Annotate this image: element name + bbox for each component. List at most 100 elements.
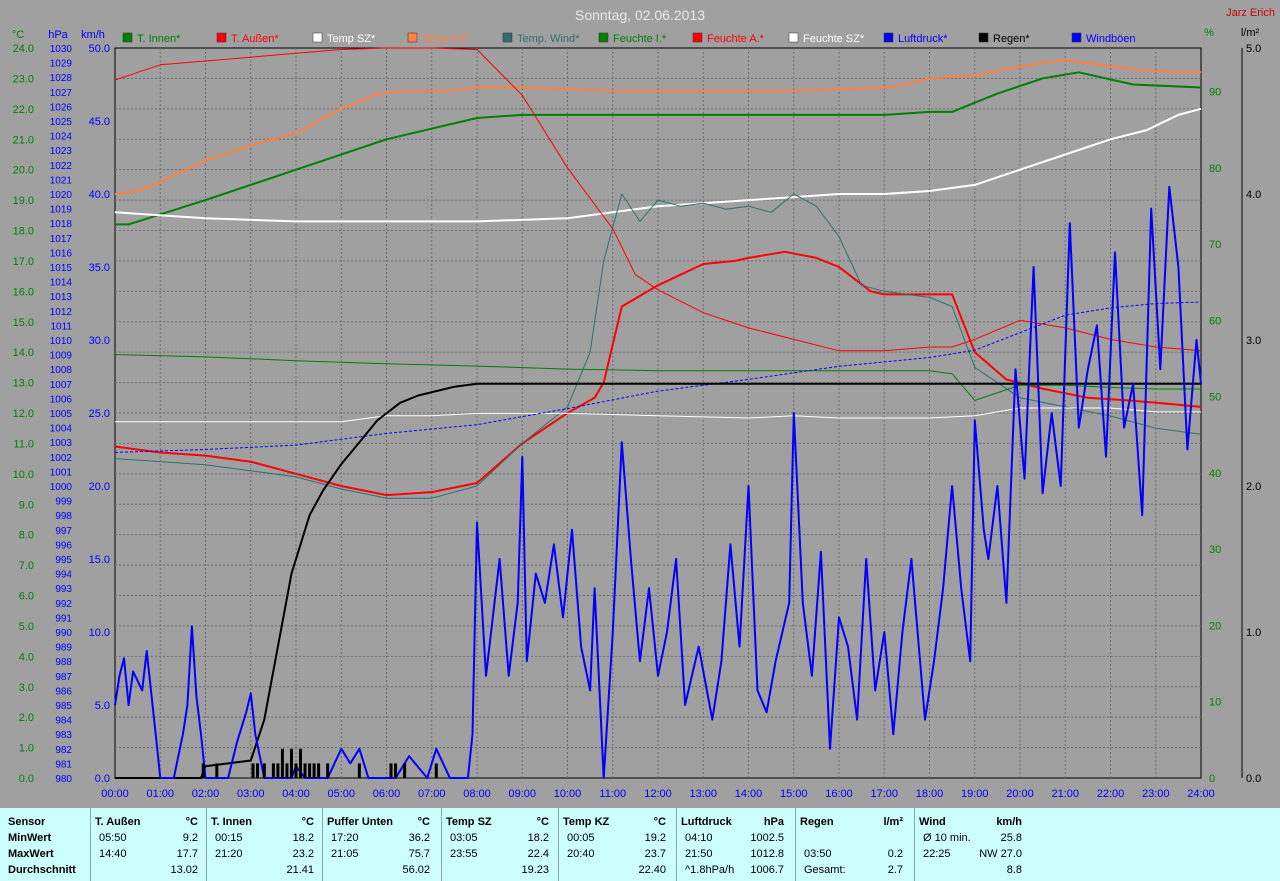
stats-time: Gesamt: xyxy=(804,864,846,876)
stats-value: 1006.7 xyxy=(750,864,784,876)
hpa-tick-label: 1021 xyxy=(50,175,73,186)
legend-swatch xyxy=(502,32,513,43)
stats-value: 19.2 xyxy=(644,832,666,844)
time-tick-label: 09:00 xyxy=(508,788,536,800)
hpa-tick-label: 1013 xyxy=(50,292,73,303)
stats-time: 00:05 xyxy=(567,832,595,844)
hpa-tick-label: 1008 xyxy=(50,365,73,376)
legend-swatch xyxy=(1071,32,1082,43)
stats-col-unit: °C xyxy=(536,816,549,828)
stats-column-divider xyxy=(676,808,677,881)
stats-time: 21:20 xyxy=(215,848,243,860)
time-tick-label: 12:00 xyxy=(644,788,672,800)
hpa-tick-label: 1000 xyxy=(50,482,73,493)
hpa-tick-label: 981 xyxy=(55,759,72,770)
legend-swatch xyxy=(692,32,703,43)
celsius-tick-label: 10.0 xyxy=(13,469,34,481)
pct-tick-label: 20 xyxy=(1209,620,1221,632)
legend-label: Feuchte I.* xyxy=(613,33,667,45)
pct-tick-label: 10 xyxy=(1209,697,1221,709)
legend-label: T. Außen* xyxy=(231,33,279,45)
celsius-tick-label: 23.0 xyxy=(13,73,34,85)
hpa-tick-label: 1005 xyxy=(50,409,73,420)
stats-value: 8.8 xyxy=(1006,864,1022,876)
chart-author: Jarz Erich xyxy=(1226,7,1275,19)
stats-col-unit: °C xyxy=(301,816,314,828)
time-tick-label: 04:00 xyxy=(282,788,310,800)
celsius-tick-label: 5.0 xyxy=(19,621,34,633)
stats-value: 18.2 xyxy=(292,832,314,844)
hpa-tick-label: 1004 xyxy=(50,424,73,435)
stats-value: NW 27.0 xyxy=(979,848,1022,860)
celsius-tick-label: 14.0 xyxy=(13,347,34,359)
time-tick-label: 07:00 xyxy=(418,788,446,800)
hpa-tick-label: 992 xyxy=(55,599,72,610)
time-tick-label: 16:00 xyxy=(825,788,853,800)
legend-swatch xyxy=(122,32,133,43)
stats-value: 21.41 xyxy=(286,864,314,876)
celsius-tick-label: 12.0 xyxy=(13,408,34,420)
hpa-tick-label: 998 xyxy=(55,511,72,522)
legend-label: Temp SZ* xyxy=(327,33,376,45)
hpa-tick-label: 1019 xyxy=(50,205,73,216)
hpa-tick-label: 1024 xyxy=(50,132,73,143)
stats-col-header: Puffer Unten xyxy=(327,816,393,828)
legend-swatch xyxy=(312,32,323,43)
hpa-tick-label: 980 xyxy=(55,774,72,785)
legend-label: Feuchte SZ* xyxy=(803,33,865,45)
time-tick-label: 21:00 xyxy=(1051,788,1079,800)
legend-swatch xyxy=(788,32,799,43)
weather-chart: Sonntag, 02.06.2013 Jarz Erich °C hPa km/h% l… xyxy=(12,7,1275,800)
celsius-tick-label: 21.0 xyxy=(13,134,34,146)
hpa-tick-label: 985 xyxy=(55,701,72,712)
pct-tick-label: 30 xyxy=(1209,544,1221,556)
stats-time: 14:40 xyxy=(99,848,127,860)
stats-col-header: Temp KZ xyxy=(563,816,610,828)
stats-time: 23:55 xyxy=(450,848,478,860)
kmh-tick-label: 10.0 xyxy=(89,627,110,639)
axis-unit-celsius: °C xyxy=(12,29,24,41)
stats-column-divider xyxy=(441,808,442,881)
hpa-tick-label: 1015 xyxy=(50,263,73,274)
hpa-tick-label: 1018 xyxy=(50,219,73,230)
celsius-tick-label: 3.0 xyxy=(19,682,34,694)
celsius-tick-label: 9.0 xyxy=(19,499,34,511)
stats-value: 13.02 xyxy=(170,864,198,876)
time-tick-label: 13:00 xyxy=(689,788,717,800)
pct-tick-label: 80 xyxy=(1209,163,1221,175)
stats-value: 1002.5 xyxy=(750,832,784,844)
hpa-tick-label: 988 xyxy=(55,657,72,668)
stats-value: 1012.8 xyxy=(750,848,784,860)
stats-value: 18.2 xyxy=(527,832,549,844)
hpa-tick-label: 1014 xyxy=(50,278,73,289)
stats-value: 2.7 xyxy=(887,864,903,876)
stats-column-divider xyxy=(322,808,323,881)
hpa-tick-label: 987 xyxy=(55,672,72,683)
legend-label: Feuchte A.* xyxy=(707,33,765,45)
celsius-tick-label: 16.0 xyxy=(13,286,34,298)
stats-col-unit: km/h xyxy=(996,816,1022,828)
hpa-tick-label: 993 xyxy=(55,584,72,595)
stats-avg-label: Durchschnitt xyxy=(8,864,76,876)
time-tick-label: 08:00 xyxy=(463,788,491,800)
time-tick-label: 01:00 xyxy=(146,788,174,800)
stats-col-header: Wind xyxy=(919,816,946,828)
chart-title: Sonntag, 02.06.2013 xyxy=(575,7,705,23)
celsius-tick-label: 1.0 xyxy=(19,743,34,755)
rain-tick-label: 0.0 xyxy=(1246,773,1261,785)
hpa-tick-label: 1007 xyxy=(50,380,73,391)
hpa-tick-label: 995 xyxy=(55,555,72,566)
stats-col-unit: °C xyxy=(417,816,430,828)
hpa-tick-label: 990 xyxy=(55,628,72,639)
kmh-tick-label: 45.0 xyxy=(89,116,110,128)
hpa-tick-label: 1026 xyxy=(50,102,73,113)
stats-value: 17.7 xyxy=(176,848,198,860)
legend-swatch xyxy=(407,32,418,43)
hpa-tick-label: 1020 xyxy=(50,190,73,201)
celsius-tick-label: 8.0 xyxy=(19,530,34,542)
hpa-tick-label: 1010 xyxy=(50,336,73,347)
celsius-tick-label: 15.0 xyxy=(13,317,34,329)
hpa-tick-label: 1017 xyxy=(50,234,73,245)
kmh-tick-label: 40.0 xyxy=(89,189,110,201)
stats-column-divider xyxy=(206,808,207,881)
